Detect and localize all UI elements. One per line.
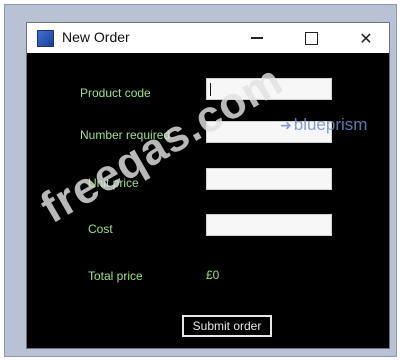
window-title: New Order bbox=[62, 29, 130, 45]
maximize-button[interactable] bbox=[288, 23, 334, 53]
minimize-icon bbox=[251, 37, 263, 39]
close-icon: ✕ bbox=[359, 28, 373, 48]
unit-price-input[interactable] bbox=[206, 168, 332, 190]
unit-price-label: Unit price bbox=[88, 176, 139, 190]
app-icon bbox=[37, 30, 54, 47]
cost-label: Cost bbox=[88, 222, 113, 236]
total-price-label: Total price bbox=[88, 269, 143, 283]
submit-order-button[interactable]: Submit order bbox=[182, 315, 272, 337]
new-order-window: New Order ✕ Product code Number required… bbox=[26, 22, 390, 349]
minimize-button[interactable] bbox=[234, 23, 280, 53]
arrow-icon: ➜ bbox=[280, 117, 292, 133]
number-required-label: Number required bbox=[80, 128, 171, 142]
close-button[interactable]: ✕ bbox=[343, 23, 389, 53]
maximize-icon bbox=[304, 31, 318, 45]
total-price-value: £0 bbox=[206, 268, 220, 282]
screenshot-frame: New Order ✕ Product code Number required… bbox=[4, 4, 397, 357]
product-code-input[interactable] bbox=[206, 78, 332, 100]
title-bar[interactable]: New Order ✕ bbox=[27, 23, 389, 53]
text-caret bbox=[210, 83, 211, 96]
cost-input[interactable] bbox=[206, 214, 332, 236]
blueprism-logo: ➜ blueprism bbox=[280, 115, 367, 135]
brand-text: blueprism bbox=[293, 115, 368, 134]
product-code-label: Product code bbox=[80, 86, 151, 100]
